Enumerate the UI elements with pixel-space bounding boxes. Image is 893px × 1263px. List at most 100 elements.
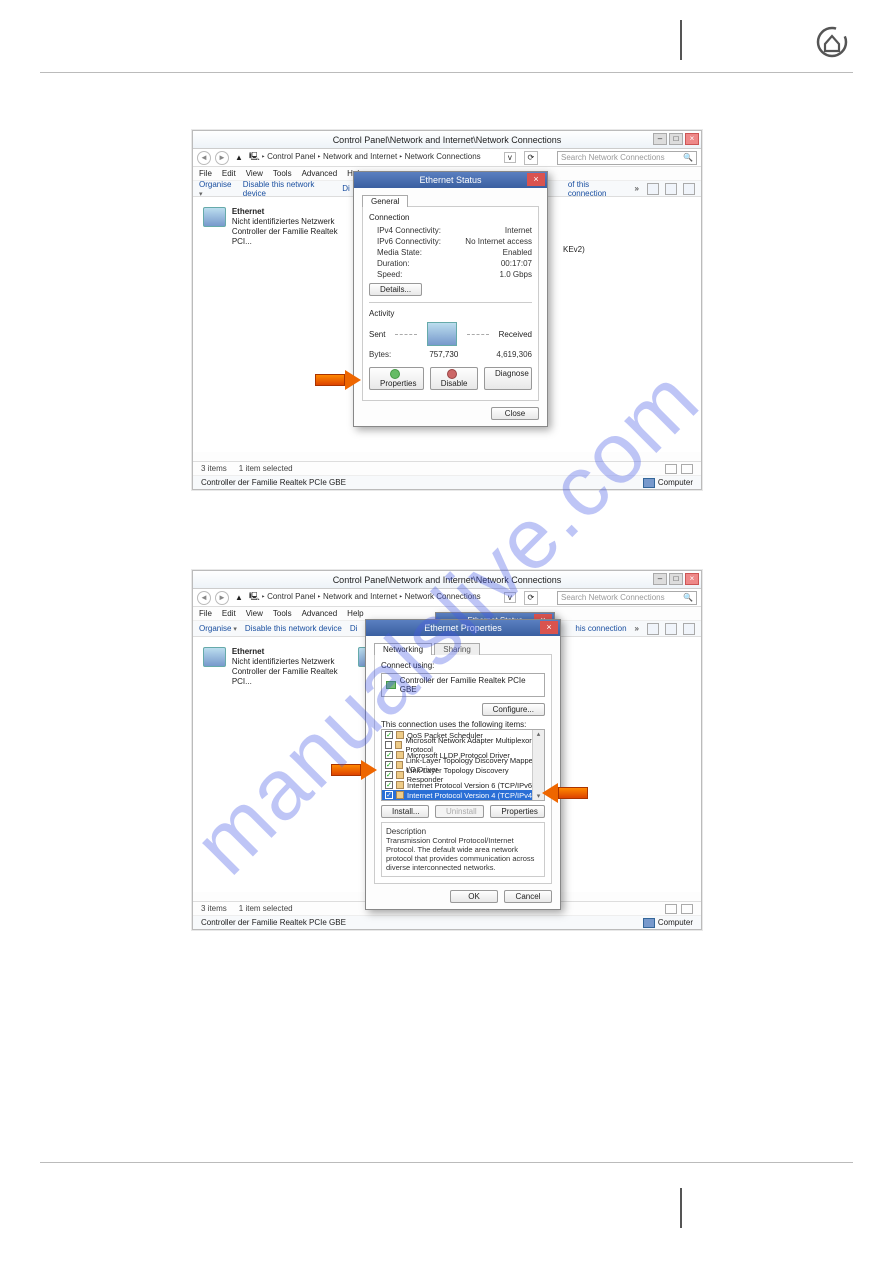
menu-tools[interactable]: Tools [273, 169, 292, 178]
speed-value: 1.0 Gbps [500, 270, 532, 279]
annotation-arrow-properties [315, 370, 361, 390]
adapter-ethernet[interactable]: Ethernet Nicht identifiziertes Netzwerk … [203, 207, 353, 247]
tab-networking[interactable]: Networking [374, 643, 432, 655]
breadcrumb[interactable]: 🖳 ▸ Control Panel ▸ Network and Internet… [249, 591, 481, 605]
forward-button[interactable]: ► [215, 151, 229, 165]
dialog-close-button[interactable]: × [527, 173, 545, 186]
toolbar-diagnose-frag[interactable]: Di [350, 624, 358, 633]
view-toggle-1[interactable] [665, 464, 677, 474]
item-properties-button[interactable]: Properties [490, 805, 545, 818]
group-connection-label: Connection [369, 213, 532, 222]
diagnose-button[interactable]: Diagnose [484, 367, 532, 390]
close-button[interactable]: × [685, 133, 699, 145]
breadcrumb[interactable]: 🖳 ▸ Control Panel ▸ Network and Internet… [249, 151, 481, 165]
search-icon: 🔍 [683, 593, 693, 602]
install-button[interactable]: Install... [381, 805, 429, 818]
minimize-button[interactable]: – [653, 573, 667, 585]
help-icon[interactable] [683, 183, 695, 195]
toolbar-fragment[interactable]: of this connection [568, 180, 627, 198]
window-title-bar: Control Panel\Network and Internet\Netwo… [193, 131, 701, 149]
brand-logo-icon [814, 24, 850, 65]
status-bar: 3 items 1 item selected [193, 461, 701, 475]
menu-advanced[interactable]: Advanced [302, 169, 338, 178]
dialog-close-button[interactable]: × [540, 621, 558, 634]
view-toggle-1[interactable] [665, 904, 677, 914]
search-input[interactable]: Search Network Connections🔍 [557, 151, 697, 165]
window-title: Control Panel\Network and Internet\Netwo… [333, 575, 562, 585]
view-icon-2[interactable] [665, 623, 677, 635]
details-bar: Controller der Familie Realtek PCIe GBE … [193, 475, 701, 489]
list-item-selected[interactable]: Internet Protocol Version 4 (TCP/IPv4) [407, 791, 535, 800]
adapter-ethernet[interactable]: Ethernet Nicht identifiziertes Netzwerk … [203, 647, 353, 687]
toolbar-organise[interactable]: Organise [199, 180, 235, 198]
up-icon[interactable]: ▲ [233, 153, 245, 162]
nic-icon [386, 681, 396, 689]
activity-icon [427, 322, 457, 346]
back-button[interactable]: ◄ [197, 151, 211, 165]
refresh-button[interactable]: ⟳ [524, 591, 538, 605]
view-toggle-2[interactable] [681, 464, 693, 474]
header-separator [680, 20, 682, 60]
menu-file[interactable]: File [199, 609, 212, 618]
dialog-title-bar: Ethernet Properties × [366, 620, 560, 636]
back-button[interactable]: ◄ [197, 591, 211, 605]
maximize-button[interactable]: □ [669, 133, 683, 145]
details-button[interactable]: Details... [369, 283, 422, 296]
menu-advanced[interactable]: Advanced [302, 609, 338, 618]
view-icons [647, 623, 695, 635]
view-icon-2[interactable] [665, 183, 677, 195]
refresh-button[interactable]: ⟳ [524, 151, 538, 165]
annotation-arrow-ipv4 [331, 760, 377, 780]
description-label: Description [386, 827, 540, 836]
cancel-button[interactable]: Cancel [504, 890, 552, 903]
menu-view[interactable]: View [246, 169, 263, 178]
menu-edit[interactable]: Edit [222, 169, 236, 178]
close-button[interactable]: × [685, 573, 699, 585]
menu-edit[interactable]: Edit [222, 609, 236, 618]
close-dialog-button[interactable]: Close [491, 407, 539, 420]
disable-button[interactable]: Disable [430, 367, 478, 390]
ok-button[interactable]: OK [450, 890, 498, 903]
configure-button[interactable]: Configure... [482, 703, 545, 716]
menu-view[interactable]: View [246, 609, 263, 618]
menu-tools[interactable]: Tools [273, 609, 292, 618]
toolbar-diagnose-frag[interactable]: Di [342, 184, 350, 193]
toolbar-organise[interactable]: Organise [199, 624, 237, 633]
view-toggle-2[interactable] [681, 904, 693, 914]
window-title-bar: Control Panel\Network and Internet\Netwo… [193, 571, 701, 589]
dialog-title-bar: Ethernet Status × [354, 172, 547, 188]
properties-button[interactable]: Properties [369, 367, 424, 390]
network-adapter-icon [203, 647, 226, 667]
computer-label: Computer [643, 478, 693, 488]
computer-label: Computer [643, 918, 693, 928]
dropdown-icon[interactable]: v [504, 592, 516, 603]
help-icon[interactable] [683, 623, 695, 635]
screenshot-status: Control Panel\Network and Internet\Netwo… [192, 130, 702, 490]
toolbar-fragment[interactable]: his connection [575, 624, 626, 633]
menu-help[interactable]: Help [347, 609, 363, 618]
dropdown-icon[interactable]: v [504, 152, 516, 163]
view-icon-1[interactable] [647, 183, 659, 195]
details-text: Controller der Familie Realtek PCIe GBE [201, 918, 346, 927]
menu-file[interactable]: File [199, 169, 212, 178]
tab-sharing[interactable]: Sharing [434, 643, 480, 655]
list-item[interactable]: Internet Protocol Version 6 (TCP/IPv6) [407, 781, 535, 790]
footer-rule [40, 1162, 853, 1163]
up-icon[interactable]: ▲ [233, 593, 245, 602]
toolbar-disable[interactable]: Disable this network device [243, 180, 334, 198]
view-icon-1[interactable] [647, 623, 659, 635]
maximize-button[interactable]: □ [669, 573, 683, 585]
protocol-list[interactable]: ✓QoS Packet Scheduler Microsoft Network … [381, 729, 545, 801]
search-icon: 🔍 [683, 153, 693, 162]
toolbar-more[interactable]: » [635, 624, 639, 633]
screenshot-properties: Control Panel\Network and Internet\Netwo… [192, 570, 702, 930]
adapter-sub2: Controller der Familie Realtek PCI... [232, 667, 353, 687]
status-selected: 1 item selected [239, 904, 293, 913]
details-bar: Controller der Familie Realtek PCIe GBE … [193, 915, 701, 929]
forward-button[interactable]: ► [215, 591, 229, 605]
toolbar-more[interactable]: » [635, 184, 639, 193]
search-input[interactable]: Search Network Connections🔍 [557, 591, 697, 605]
tab-general[interactable]: General [362, 195, 408, 207]
minimize-button[interactable]: – [653, 133, 667, 145]
toolbar-disable[interactable]: Disable this network device [245, 624, 342, 633]
